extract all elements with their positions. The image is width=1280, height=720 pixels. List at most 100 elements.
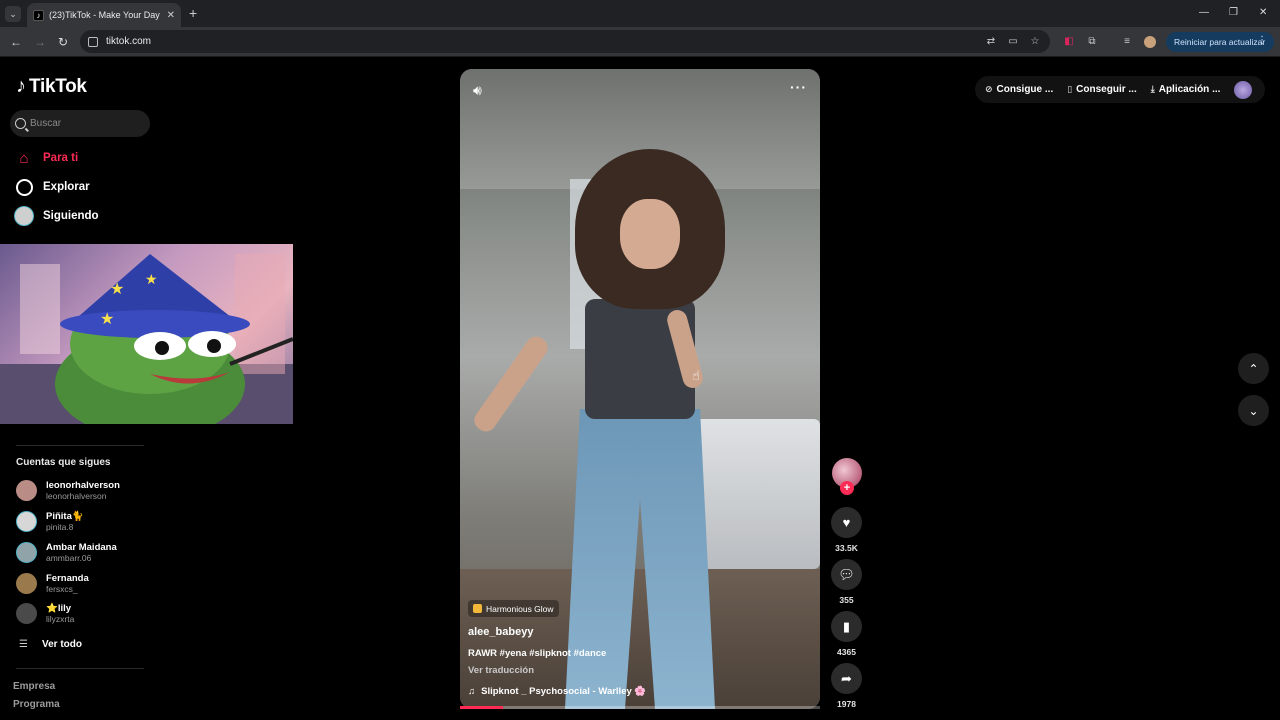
search-box[interactable] (10, 110, 150, 137)
tiktok-note-icon: ♪ (16, 75, 26, 97)
nav-for-you[interactable]: ⌂ Para ti (14, 148, 78, 168)
avatar (16, 542, 37, 563)
restore-icon[interactable]: ❐ (1229, 7, 1238, 18)
get-app-button[interactable]: ▯ Conseguir ... (1067, 84, 1137, 95)
share-button[interactable]: ➦ (831, 663, 862, 694)
chevron-up-icon: ⌃ (1248, 361, 1259, 376)
previous-video-button[interactable]: ⌃ (1238, 353, 1269, 384)
more-options-icon[interactable]: ··· (790, 79, 807, 95)
home-icon: ⌂ (19, 149, 29, 167)
like-count: 33.5K (835, 543, 858, 553)
sidebar-divider (16, 445, 144, 446)
save-count: 4365 (837, 647, 856, 657)
restart-label: Reiniciar para actualizar (1174, 37, 1266, 47)
avatar (16, 573, 37, 594)
tiktok-favicon-icon: ♪ (33, 9, 44, 21)
extensions-puzzle-icon[interactable]: ⧉ (1086, 36, 1098, 48)
account-name: Piñita🐈 (46, 511, 84, 522)
following-section-title: Cuentas que sigues (16, 457, 111, 468)
extension-icon[interactable]: ◧ (1063, 36, 1075, 48)
svg-text:★: ★ (145, 271, 158, 287)
next-video-button[interactable]: ⌄ (1238, 395, 1269, 426)
nav-explore-label: Explorar (43, 181, 90, 193)
reload-icon[interactable]: ↻ (58, 35, 68, 49)
restart-update-button[interactable]: Reiniciar para actualizar ⋮ (1166, 32, 1274, 52)
follow-plus-icon[interactable]: + (840, 481, 854, 495)
minimize-icon[interactable]: — (1199, 7, 1209, 18)
account-handle: fersxcs_ (46, 584, 78, 594)
comment-button[interactable]: 💬︎ (831, 559, 862, 590)
profile-avatar[interactable] (1234, 81, 1252, 99)
music-note-icon: ♫ (468, 686, 476, 697)
following-account[interactable]: Ambar Maidana ammbarr.06 (16, 542, 117, 563)
sidebar-divider (16, 668, 144, 669)
following-account[interactable]: Piñita🐈 pinita.8 (16, 511, 84, 532)
account-name: Fernanda (46, 573, 89, 584)
music-link[interactable]: ♫ Slipknot _ Psychosocial - Warlley 🌸 (468, 686, 646, 697)
nav-following-label: Siguiendo (43, 210, 99, 222)
top-right-bar: ⊘ Consigue ... ▯ Conseguir ... ⤓ Aplicación… (975, 76, 1265, 103)
tiktok-logo[interactable]: ♪ TikTok (16, 75, 87, 98)
browser-tab[interactable]: ♪ (23)TikTok - Make Your Day ✕ (27, 3, 181, 27)
video-author[interactable]: alee_babeyy (468, 626, 533, 638)
see-all-label: Ver todo (41, 639, 82, 650)
following-account[interactable]: ⭐lily lilyzxrta (16, 603, 74, 624)
get-app-label: Conseguir ... (1076, 84, 1137, 95)
save-button[interactable]: ▮ (831, 611, 862, 642)
webcam-overlay: ★ ★ ★ (0, 244, 293, 424)
browser-tab-bar: ⌄ ♪ (23)TikTok - Make Your Day ✕ + — ❐ ✕ (0, 0, 1280, 27)
account-handle: lilyzxrta (46, 614, 75, 624)
heart-icon: ♥ (842, 515, 851, 530)
video-progress-bar[interactable] (460, 706, 820, 709)
download-app-button[interactable]: ⤓ Aplicación ... (1151, 84, 1221, 95)
address-bar[interactable]: tiktok.com (80, 30, 1050, 53)
profile-avatar-icon[interactable] (1144, 36, 1156, 48)
volume-icon[interactable]: 🔊︎ (473, 82, 482, 99)
account-handle: leonorhalverson (46, 491, 107, 501)
browser-menu-icon[interactable]: ⋮ (1257, 35, 1267, 46)
like-button[interactable]: ♥ (831, 507, 862, 538)
translate-icon[interactable]: ⇄ (985, 36, 997, 48)
get-coins-label: Consigue ... (996, 84, 1054, 95)
account-name: Ambar Maidana (46, 542, 117, 553)
site-info-icon[interactable] (88, 36, 98, 47)
download-app-label: Aplicación ... (1158, 84, 1221, 95)
footer-link-program[interactable]: Programa (13, 699, 60, 710)
progress-fill (460, 706, 504, 709)
effect-icon (473, 604, 482, 613)
forward-icon[interactable]: → (34, 35, 46, 49)
music-title: Slipknot _ Psychosocial - Warlley 🌸 (481, 686, 647, 697)
nav-following[interactable]: Siguiendo (14, 206, 99, 226)
svg-text:★: ★ (100, 311, 114, 328)
nav-explore[interactable]: Explorar (14, 177, 90, 197)
tab-close-icon[interactable]: ✕ (167, 10, 175, 21)
avatar (16, 511, 37, 532)
close-window-icon[interactable]: ✕ (1259, 7, 1267, 18)
see-translation-link[interactable]: Ver traducción (468, 665, 534, 676)
search-input[interactable] (30, 118, 140, 129)
url-text: tiktok.com (106, 36, 152, 47)
avatar (16, 603, 37, 624)
list-icon: ☰ (19, 639, 28, 650)
comment-count: 355 (839, 595, 854, 605)
svg-text:★: ★ (110, 281, 124, 298)
following-account[interactable]: Fernanda fersxcs_ (16, 573, 89, 594)
get-coins-button[interactable]: ⊘ Consigue ... (985, 84, 1053, 95)
following-account[interactable]: leonorhalverson leonorhalverson (16, 480, 120, 501)
effect-name: Harmonious Glow (486, 603, 554, 614)
compass-icon (14, 177, 34, 197)
cast-icon[interactable]: ▭ (1007, 36, 1019, 48)
video-caption: RAWR #yena #slipknot #dance (468, 648, 607, 659)
account-handle: pinita.8 (46, 522, 74, 532)
see-all-button[interactable]: ☰ Ver todo (19, 639, 82, 650)
effect-tag[interactable]: Harmonious Glow (468, 600, 559, 617)
account-name: ⭐lily (46, 603, 72, 614)
back-icon[interactable]: ← (10, 35, 22, 49)
footer-link-company[interactable]: Empresa (13, 681, 55, 692)
coin-icon: ⊘ (985, 84, 993, 94)
tab-search-button[interactable]: ⌄ (5, 6, 21, 22)
new-tab-icon[interactable]: + (189, 5, 197, 21)
bookmark-star-icon[interactable]: ☆ (1029, 36, 1041, 48)
bookmark-icon: ▮ (842, 618, 851, 634)
media-control-icon[interactable]: ≡ (1121, 36, 1133, 48)
